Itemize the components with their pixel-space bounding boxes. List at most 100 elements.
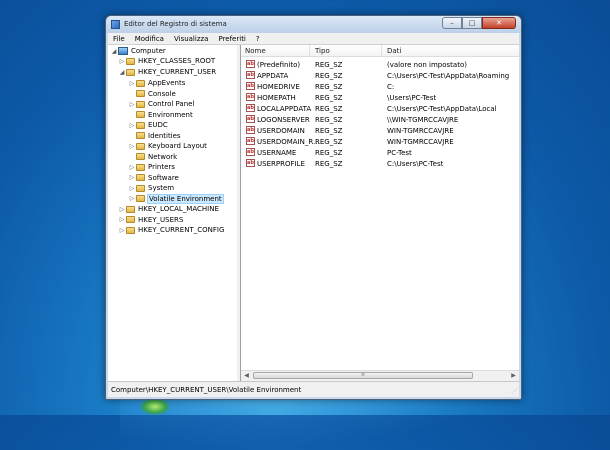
expand-arrow-icon[interactable]: ▷ [128, 185, 136, 192]
resize-grip-icon[interactable]: ⋰ [511, 388, 517, 395]
tree-item-hkey-users[interactable]: ▷ HKEY_USERS [118, 215, 184, 225]
tree-item-computer[interactable]: ◢ Computer [110, 46, 166, 56]
expand-arrow-icon[interactable]: ▷ [118, 58, 126, 65]
tree-item-label: HKEY_CURRENT_CONFIG [138, 226, 225, 234]
status-bar: Computer\HKEY_CURRENT_USER\Volatile Envi… [108, 381, 519, 397]
title-bar[interactable]: Editor del Registro di sistema – □ ✕ [106, 16, 521, 33]
expand-arrow-icon[interactable]: ▷ [128, 195, 136, 202]
regedit-app-icon [111, 20, 120, 29]
menu-bar: File Modifica Visualizza Preferiti ? [108, 33, 519, 44]
folder-icon [136, 163, 145, 171]
registry-tree[interactable]: ◢ Computer ▷ HKEY_CLASSES_ROOT ◢ HKEY_CU… [108, 45, 238, 381]
table-row[interactable]: ab USERDOMAIN REG_SZ WIN-TGMRCCAVJRE [241, 125, 519, 136]
value-type: REG_SZ [315, 61, 343, 69]
menu-help[interactable]: ? [251, 35, 265, 43]
folder-open-icon [126, 68, 135, 76]
value-name: LOGONSERVER [257, 116, 310, 124]
window-title: Editor del Registro di sistema [124, 20, 227, 28]
maximize-button[interactable]: □ [462, 17, 482, 29]
value-type: REG_SZ [315, 138, 343, 146]
value-name: USERDOMAIN [257, 127, 305, 135]
folder-icon [126, 226, 135, 234]
minimize-button[interactable]: – [442, 17, 462, 29]
collapse-arrow-icon[interactable]: ◢ [118, 69, 126, 76]
scroll-left-icon[interactable]: ◀ [242, 372, 251, 380]
collapse-arrow-icon[interactable]: ◢ [110, 48, 118, 55]
tree-item-appevents[interactable]: ▷ AppEvents [128, 78, 186, 88]
expand-arrow-icon[interactable]: ▷ [128, 122, 136, 129]
table-row[interactable]: ab USERPROFILE REG_SZ C:\Users\PC-Test [241, 158, 519, 169]
expand-arrow-icon[interactable]: ▷ [118, 206, 126, 213]
value-name: HOMEPATH [257, 94, 296, 102]
tree-item-label: Keyboard Layout [148, 142, 207, 150]
tree-item-hkey-local-machine[interactable]: ▷ HKEY_LOCAL_MACHINE [118, 204, 219, 214]
table-row[interactable]: ab HOMEPATH REG_SZ \Users\PC-Test [241, 92, 519, 103]
menu-visualizza[interactable]: Visualizza [169, 35, 213, 43]
computer-icon [118, 47, 128, 55]
horizontal-scrollbar[interactable]: ◀ ≡ ▶ [241, 370, 519, 381]
tree-item-hkey-current-config[interactable]: ▷ HKEY_CURRENT_CONFIG [118, 225, 225, 235]
tree-item-hkey-current-user[interactable]: ◢ HKEY_CURRENT_USER [118, 67, 216, 77]
close-button[interactable]: ✕ [482, 17, 516, 29]
folder-icon [126, 216, 135, 223]
value-type: REG_SZ [315, 83, 343, 91]
client-area: ◢ Computer ▷ HKEY_CLASSES_ROOT ◢ HKEY_CU… [108, 44, 519, 381]
table-row[interactable]: ab USERDOMAIN_R... REG_SZ WIN-TGMRCCAVJR… [241, 136, 519, 147]
tree-item-label: System [148, 184, 175, 192]
column-header-data[interactable]: Dati [387, 47, 401, 55]
expand-arrow-icon[interactable]: ▷ [128, 174, 136, 181]
string-value-icon: ab [246, 159, 255, 167]
expand-arrow-icon[interactable]: ▷ [118, 216, 126, 223]
column-header-type[interactable]: Tipo [315, 47, 330, 55]
menu-modifica[interactable]: Modifica [130, 35, 169, 43]
table-row[interactable]: ab USERNAME REG_SZ PC-Test [241, 147, 519, 158]
regedit-window: Editor del Registro di sistema – □ ✕ Fil… [105, 15, 522, 400]
folder-icon [136, 184, 145, 192]
tree-item-label: Network [148, 152, 178, 161]
table-row[interactable]: ab LOGONSERVER REG_SZ \\WIN-TGMRCCAVJRE [241, 114, 519, 125]
tree-item-network[interactable]: Network [128, 152, 177, 162]
tree-item-label: HKEY_LOCAL_MACHINE [138, 205, 219, 213]
tree-item-control-panel[interactable]: ▷ Control Panel [128, 99, 195, 109]
tree-item-identities[interactable]: Identities [128, 131, 181, 141]
table-row[interactable]: ab LOCALAPPDATA REG_SZ C:\Users\PC-Test\… [241, 103, 519, 114]
tree-item-system[interactable]: ▷ System [128, 183, 174, 193]
folder-icon [136, 142, 145, 150]
status-path: Computer\HKEY_CURRENT_USER\Volatile Envi… [111, 386, 302, 394]
folder-icon [136, 195, 145, 202]
tree-item-keyboard-layout[interactable]: ▷ Keyboard Layout [128, 141, 207, 151]
tree-item-volatile-environment[interactable]: ▷ Volatile Environment [128, 193, 224, 204]
tree-item-console[interactable]: Console [128, 89, 176, 99]
value-data: WIN-TGMRCCAVJRE [387, 127, 454, 135]
expand-arrow-icon[interactable]: ▷ [128, 80, 136, 87]
expand-arrow-icon[interactable]: ▷ [128, 101, 136, 108]
table-row[interactable]: ab (Predefinito) REG_SZ (valore non impo… [241, 59, 519, 70]
expand-arrow-icon[interactable]: ▷ [128, 143, 136, 150]
tree-item-label: HKEY_USERS [138, 215, 184, 224]
menu-file[interactable]: File [108, 35, 130, 43]
expand-arrow-icon[interactable]: ▷ [118, 227, 126, 234]
menu-preferiti[interactable]: Preferiti [213, 35, 250, 43]
column-divider[interactable] [381, 45, 382, 56]
tree-item-eudc[interactable]: ▷ EUDC [128, 120, 168, 130]
scrollbar-thumb[interactable]: ≡ [253, 372, 473, 379]
column-divider[interactable] [309, 45, 310, 56]
tree-item-printers[interactable]: ▷ Printers [128, 162, 175, 172]
scroll-right-icon[interactable]: ▶ [509, 372, 518, 380]
value-name: USERPROFILE [257, 160, 305, 168]
value-name: (Predefinito) [257, 61, 301, 69]
value-type: REG_SZ [315, 116, 343, 124]
tree-item-label: Software [148, 173, 179, 182]
expand-arrow-icon[interactable]: ▷ [128, 164, 136, 171]
tree-item-environment[interactable]: Environment [128, 110, 193, 120]
column-header-name[interactable]: Nome [245, 47, 266, 55]
tree-item-label: Environment [148, 110, 193, 119]
tree-item-hkey-classes-root[interactable]: ▷ HKEY_CLASSES_ROOT [118, 56, 216, 66]
tree-item-label: Console [148, 89, 176, 98]
table-row[interactable]: ab HOMEDRIVE REG_SZ C: [241, 81, 519, 92]
value-data: C:\Users\PC-Test\AppData\Local [387, 105, 497, 113]
tree-item-label: Printers [148, 163, 175, 171]
table-row[interactable]: ab APPDATA REG_SZ C:\Users\PC-Test\AppDa… [241, 70, 519, 81]
values-list[interactable]: Nome Tipo Dati ab (Predefinito) REG_SZ (… [241, 45, 519, 381]
tree-item-software[interactable]: ▷ Software [128, 173, 179, 183]
